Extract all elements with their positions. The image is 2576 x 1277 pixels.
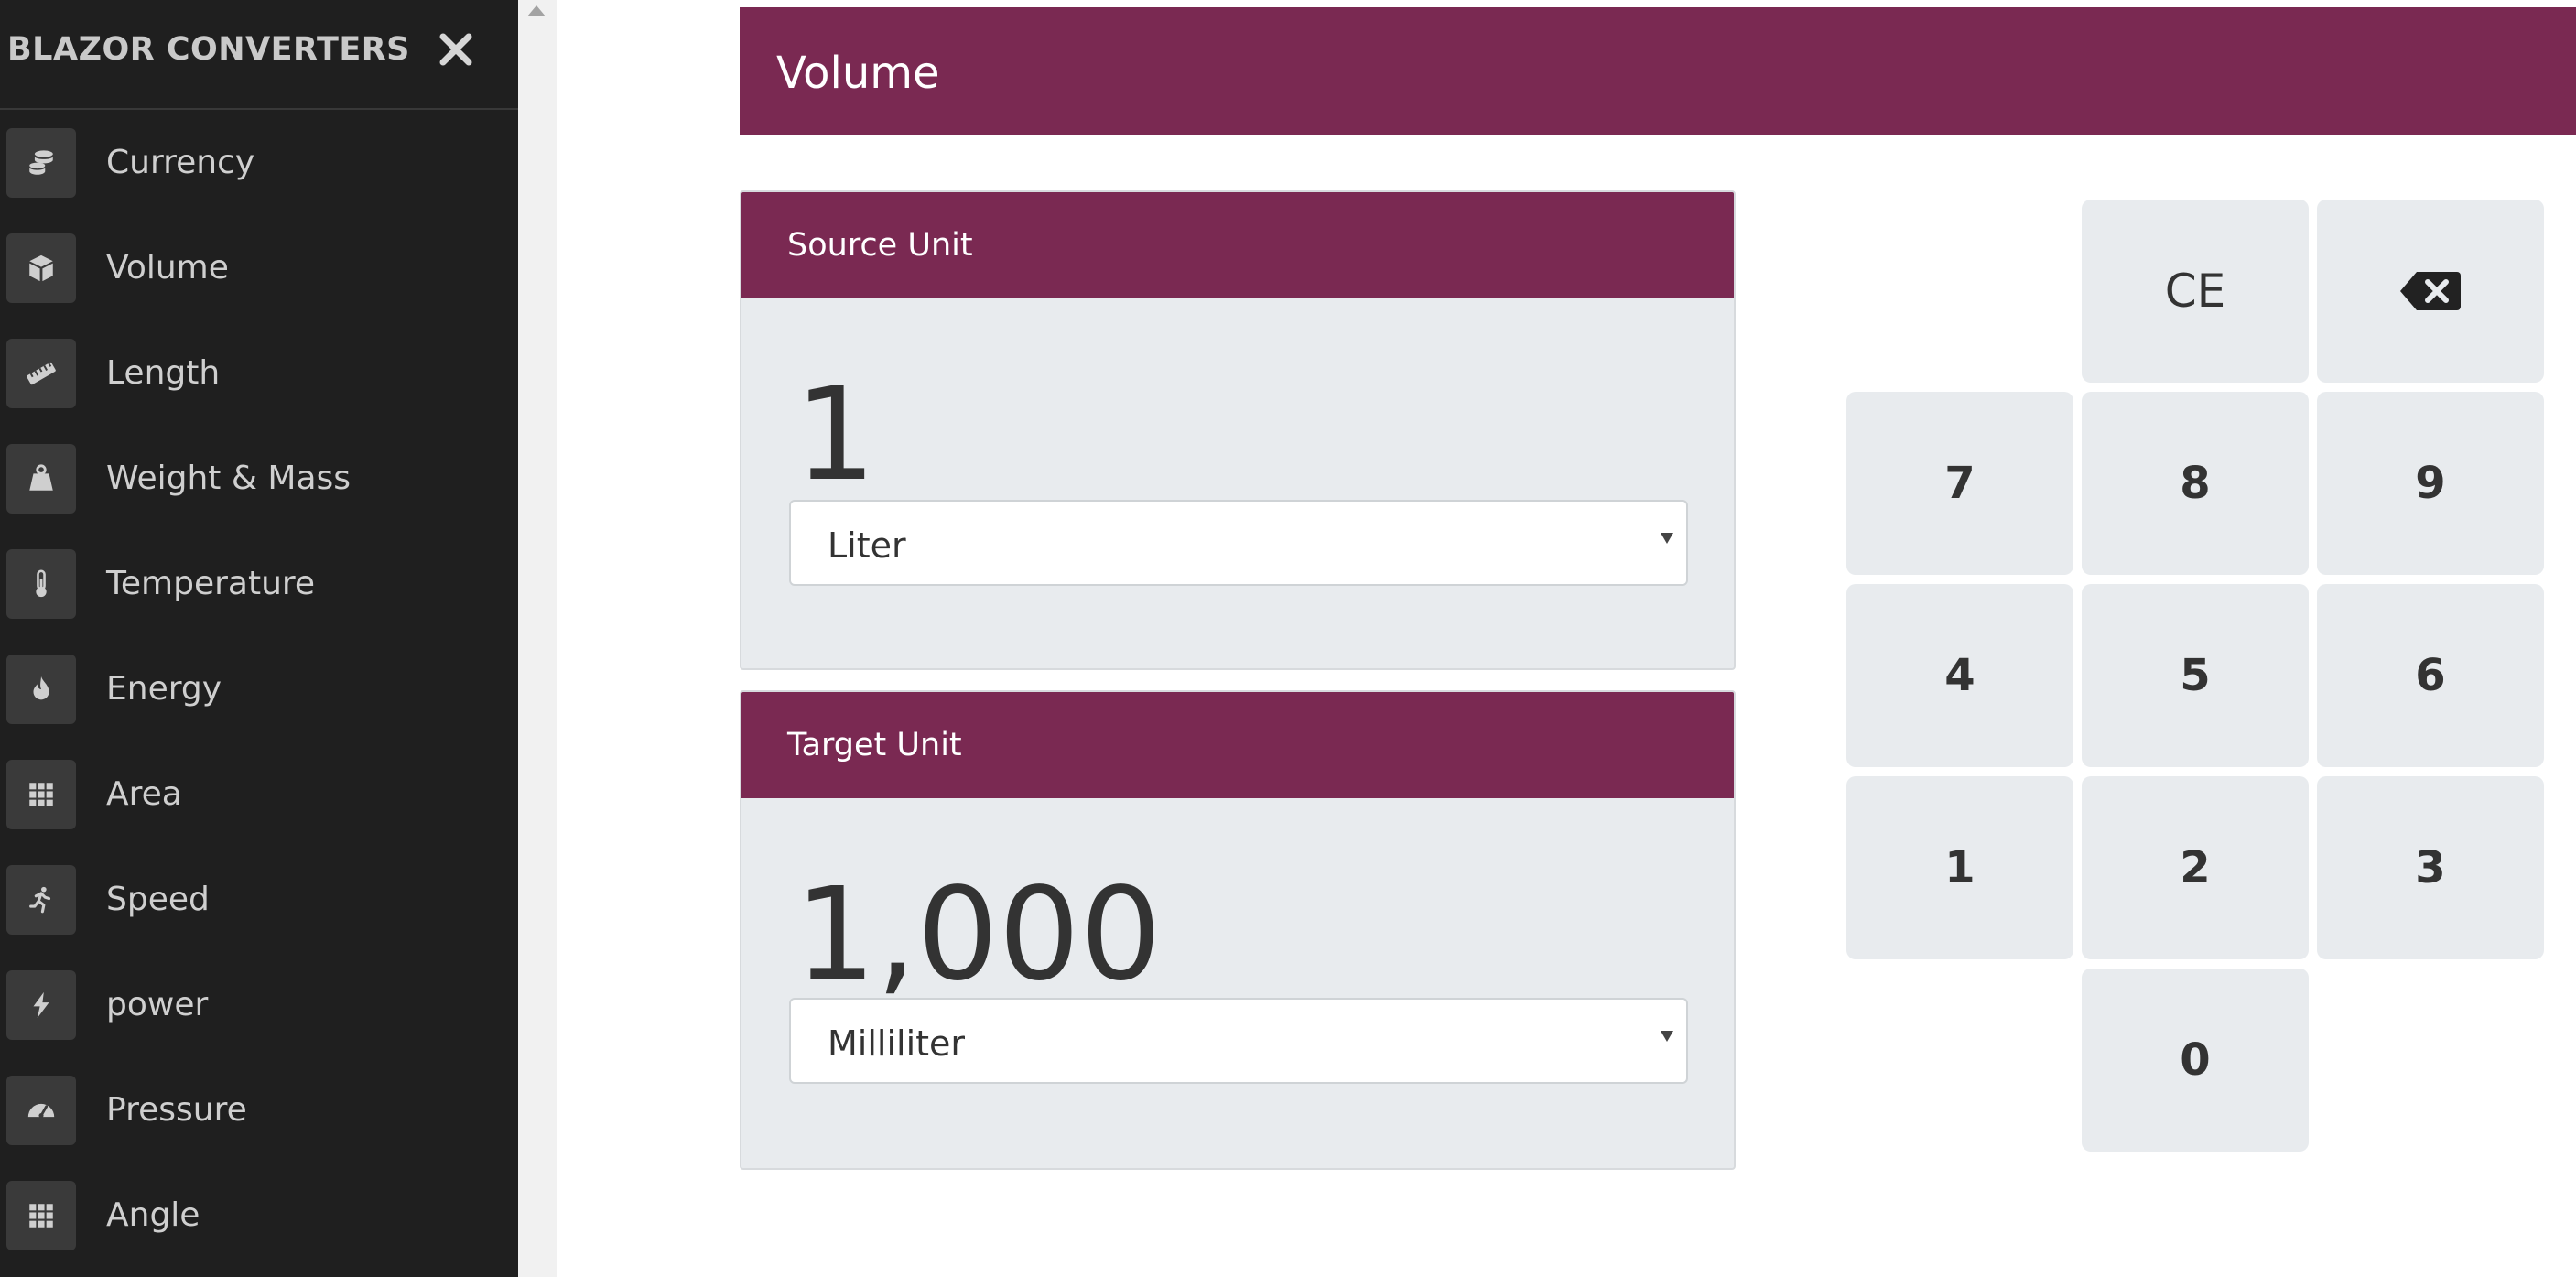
sidebar-item-label: Length	[106, 354, 221, 392]
page-header: Volume	[740, 7, 2576, 135]
coins-icon	[6, 128, 76, 198]
key-9[interactable]: 9	[2317, 392, 2544, 575]
source-unit-card: Source Unit 1 Liter	[740, 190, 1736, 670]
source-unit-title: Source Unit	[787, 227, 973, 264]
scroll-up-arrow-icon[interactable]	[527, 5, 546, 16]
running-icon	[6, 865, 76, 935]
sidebar-item-weight[interactable]: Weight & Mass	[0, 427, 518, 532]
sidebar-item-length[interactable]: Length	[0, 321, 518, 427]
key-2[interactable]: 2	[2082, 776, 2309, 959]
scrollbar[interactable]	[518, 0, 557, 1277]
key-1[interactable]: 1	[1846, 776, 2073, 959]
sidebar-item-label: Pressure	[106, 1091, 247, 1129]
chevron-down-icon	[1661, 1031, 1673, 1042]
clear-entry-button[interactable]: CE	[2082, 200, 2309, 383]
key-6[interactable]: 6	[2317, 584, 2544, 767]
page-title: Volume	[776, 48, 940, 99]
sidebar-item-label: power	[106, 986, 209, 1023]
sidebar-item-volume[interactable]: Volume	[0, 216, 518, 321]
source-unit-header: Source Unit	[741, 192, 1734, 298]
thermometer-icon	[6, 549, 76, 619]
key-5[interactable]: 5	[2082, 584, 2309, 767]
app-title: BLAZOR CONVERTERS	[7, 31, 410, 68]
key-0[interactable]: 0	[2082, 969, 2309, 1152]
key-7[interactable]: 7	[1846, 392, 2073, 575]
gauge-icon	[6, 1076, 76, 1145]
chevron-down-icon	[1661, 533, 1673, 544]
sidebar-header: BLAZOR CONVERTERS	[0, 0, 518, 110]
sidebar-item-label: Weight & Mass	[106, 460, 352, 497]
sidebar-item-currency[interactable]: Currency	[0, 111, 518, 216]
backspace-icon	[2400, 272, 2461, 310]
target-unit-selected: Milliliter	[828, 1023, 966, 1064]
bolt-icon	[6, 970, 76, 1040]
sidebar-item-temperature[interactable]: Temperature	[0, 532, 518, 637]
target-unit-title: Target Unit	[787, 727, 962, 763]
sidebar-item-label: Volume	[106, 249, 229, 287]
backspace-button[interactable]	[2317, 200, 2544, 383]
grid-icon	[6, 1181, 76, 1250]
sidebar-item-label: Currency	[106, 144, 255, 181]
sidebar-item-angle[interactable]: Angle	[0, 1163, 518, 1269]
sidebar-item-energy[interactable]: Energy	[0, 637, 518, 742]
sidebar: BLAZOR CONVERTERS Currency Volume Length…	[0, 0, 518, 1277]
target-unit-header: Target Unit	[741, 692, 1734, 798]
target-value: 1,000	[795, 860, 1162, 1010]
sidebar-item-label: Area	[106, 775, 182, 813]
key-4[interactable]: 4	[1846, 584, 2073, 767]
sidebar-item-label: Energy	[106, 670, 222, 708]
cube-icon	[6, 233, 76, 303]
grid-icon	[6, 760, 76, 829]
ruler-icon	[6, 339, 76, 408]
close-icon[interactable]	[430, 24, 482, 75]
source-value: 1	[795, 361, 877, 510]
sidebar-item-label: Temperature	[106, 565, 316, 602]
key-3[interactable]: 3	[2317, 776, 2544, 959]
weight-icon	[6, 444, 76, 514]
sidebar-item-area[interactable]: Area	[0, 742, 518, 848]
key-8[interactable]: 8	[2082, 392, 2309, 575]
sidebar-item-speed[interactable]: Speed	[0, 848, 518, 953]
target-unit-select[interactable]: Milliliter	[789, 998, 1688, 1084]
sidebar-item-power[interactable]: power	[0, 953, 518, 1058]
sidebar-item-label: Speed	[106, 881, 210, 918]
fire-icon	[6, 655, 76, 724]
source-unit-select[interactable]: Liter	[789, 500, 1688, 586]
sidebar-item-label: Angle	[106, 1196, 200, 1234]
target-unit-card: Target Unit 1,000 Milliliter	[740, 690, 1736, 1170]
sidebar-item-pressure[interactable]: Pressure	[0, 1058, 518, 1163]
source-unit-selected: Liter	[828, 525, 906, 566]
